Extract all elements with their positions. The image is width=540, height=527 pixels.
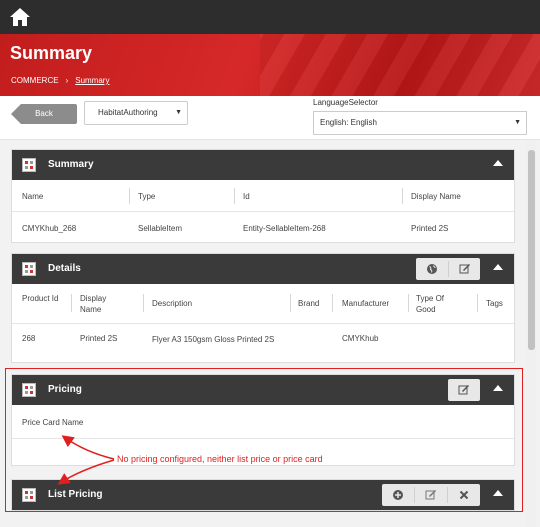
annotation-text: No pricing configured, neither list pric… (117, 454, 323, 464)
breadcrumb-separator: › (65, 76, 69, 85)
breadcrumb: COMMERCE › Summary (11, 76, 109, 85)
breadcrumb-summary[interactable]: Summary (75, 76, 109, 85)
breadcrumb-commerce[interactable]: COMMERCE (11, 76, 59, 85)
page-title: Summary (10, 43, 93, 63)
